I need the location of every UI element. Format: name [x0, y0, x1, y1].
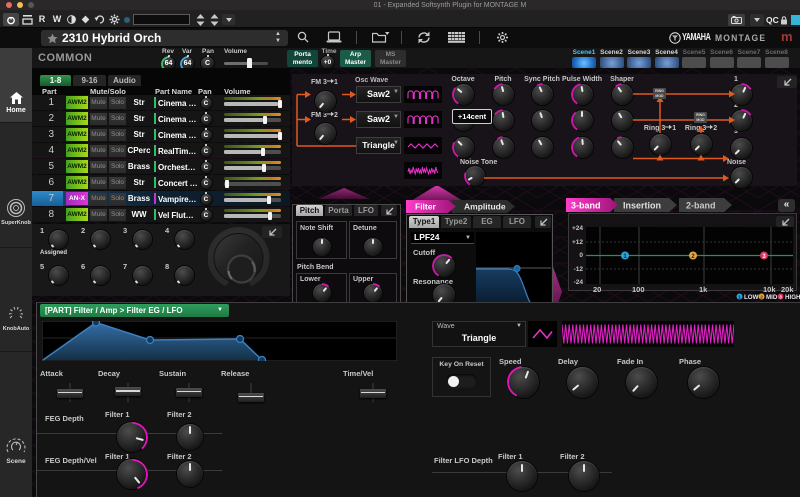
- svg-text:HIGH: HIGH: [785, 294, 800, 301]
- svg-text:Insertion: Insertion: [623, 201, 661, 211]
- svg-text:2-band: 2-band: [686, 201, 716, 211]
- svg-text:3: 3: [779, 295, 782, 300]
- svg-text:1: 1: [738, 295, 741, 300]
- svg-text:2: 2: [760, 295, 763, 300]
- svg-text:Filter: Filter: [415, 202, 436, 212]
- svg-text:MID: MID: [766, 294, 778, 301]
- svg-text:LOW: LOW: [744, 294, 759, 301]
- svg-text:Amplitude: Amplitude: [464, 202, 506, 212]
- svg-text:3-band: 3-band: [571, 201, 601, 211]
